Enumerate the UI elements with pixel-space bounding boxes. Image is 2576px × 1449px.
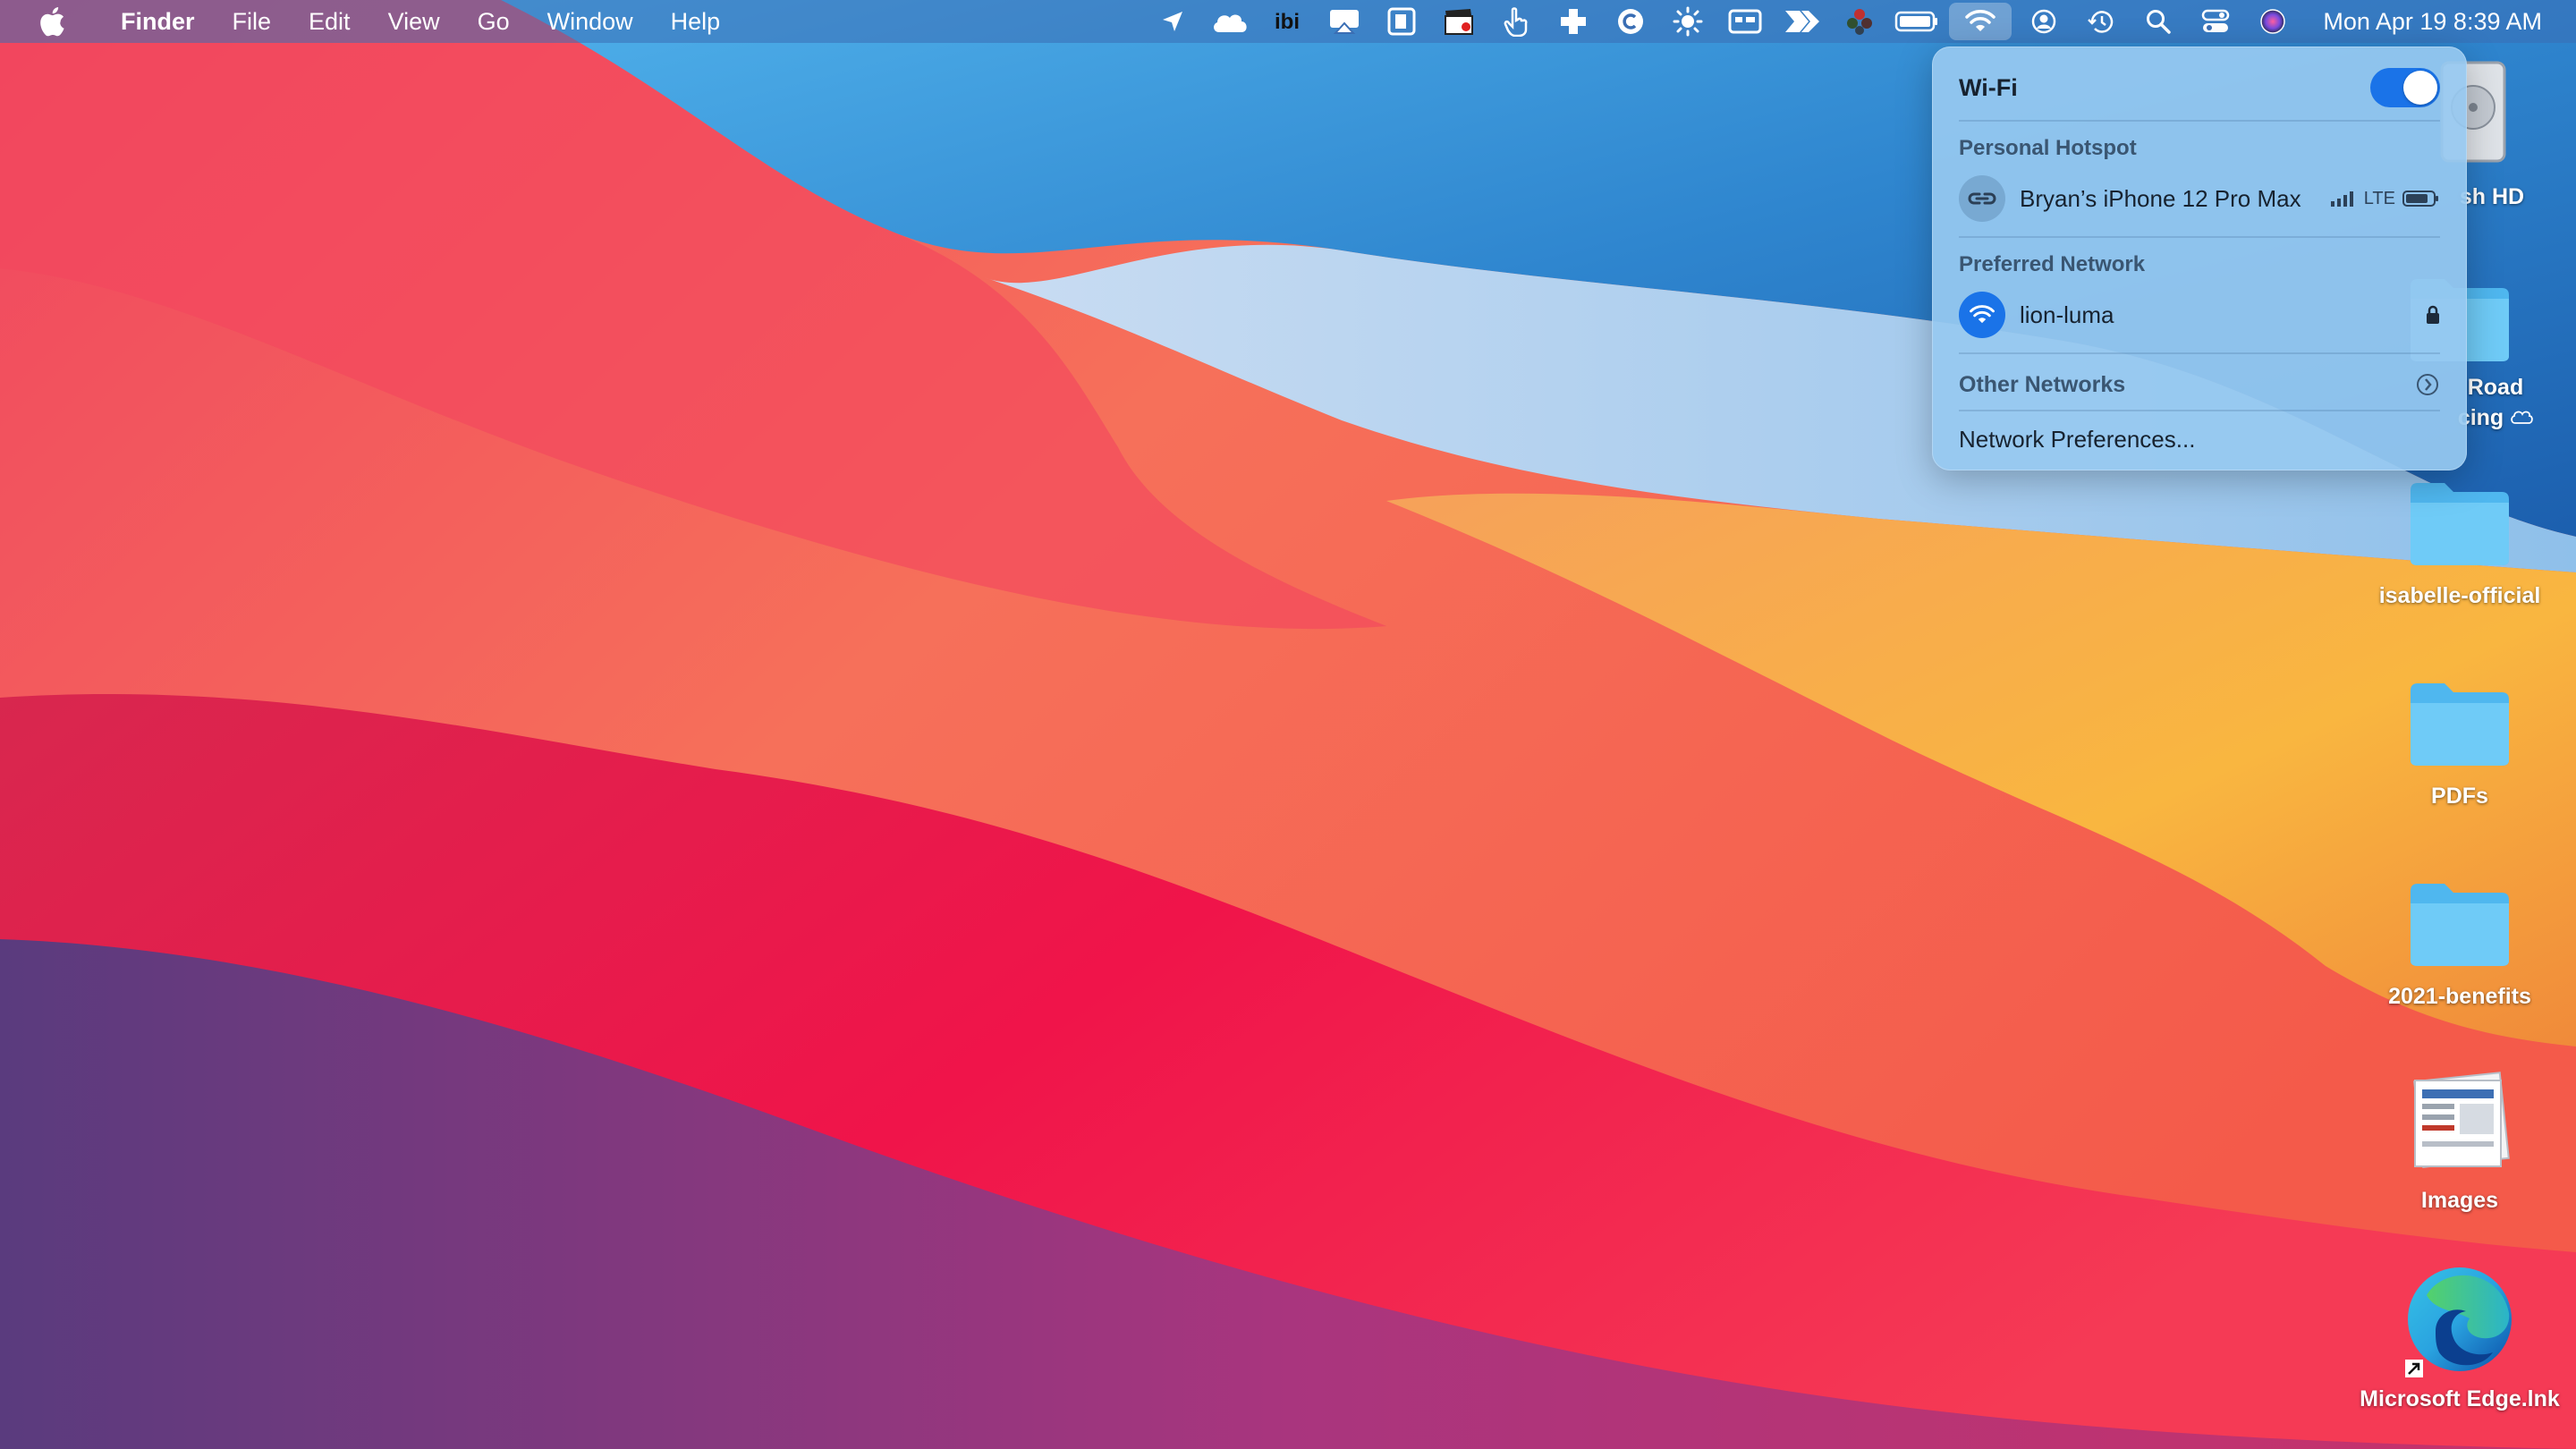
desktop-item-label: isabelle-official [2379,583,2541,609]
plus-cross-icon[interactable] [1548,0,1598,43]
svg-text:ibi: ibi [1275,10,1300,34]
other-networks-label: Other Networks [1959,372,2125,398]
user-account-icon[interactable] [2019,0,2069,43]
desktop-screen: Finder File Edit View Go Window Help ibi [0,0,2576,1449]
battery-icon[interactable] [1892,0,1942,43]
touch-bar-icon[interactable] [1720,0,1770,43]
menu-finder[interactable]: Finder [102,0,214,43]
desktop-item-label: Road cing [2458,372,2533,433]
folder-icon [2402,873,2518,971]
notes-widget-icon[interactable] [1377,0,1427,43]
menu-window[interactable]: Window [529,0,652,43]
siri-icon[interactable] [2248,0,2298,43]
hotspot-link-icon [1959,175,2005,222]
edge-icon [2400,1259,2520,1379]
menu-help[interactable]: Help [652,0,740,43]
desktop-item-edge-shortcut[interactable]: Microsoft Edge.lnk [2352,1259,2567,1412]
hotspot-section-label: Personal Hotspot [1959,136,2137,161]
lte-label: LTE [2364,189,2395,209]
wifi-network-icon [1959,292,2005,338]
menu-bar: Finder File Edit View Go Window Help ibi [0,0,2576,43]
wifi-toggle[interactable] [2370,68,2440,107]
grammarly-c-icon[interactable] [1606,0,1656,43]
touch-gesture-icon[interactable] [1491,0,1541,43]
apple-menu-icon[interactable] [34,0,70,43]
wifi-menu-title: Wi-Fi [1959,74,2018,102]
chevron-right-circle-icon [2415,372,2440,397]
hotspot-network-row[interactable]: Bryan’s iPhone 12 Pro Max LTE [1959,174,2440,224]
network-security [2426,304,2440,326]
hotspot-battery-icon [2402,190,2440,208]
divider [1959,352,2440,354]
screen-mirroring-icon[interactable] [1319,0,1369,43]
preferred-network-row[interactable]: lion-luma [1959,290,2440,340]
menu-file[interactable]: File [214,0,291,43]
desktop-item-label: Images [2421,1188,2498,1214]
preferred-section-label: Preferred Network [1959,252,2145,277]
menu-go[interactable]: Go [459,0,529,43]
desktop-item-folder-2021-benefits[interactable]: 2021-benefits [2352,873,2567,1010]
divider [1959,120,2440,122]
wifi-dropdown-menu: Wi-Fi Personal Hotspot Bryan’s iPhone 12… [1932,47,2467,470]
forward-arrows-icon[interactable] [1777,0,1827,43]
desktop-item-label-line1: Road [2468,375,2524,400]
control-center-icon[interactable] [2190,0,2241,43]
desktop-item-folder-pdfs[interactable]: PDFs [2352,673,2567,809]
hotspot-status: LTE [2330,189,2440,209]
lock-icon [2426,304,2440,326]
preferred-network-name: lion-luma [2020,301,2114,329]
desktop-item-label: Microsoft Edge.lnk [2360,1386,2560,1412]
menu-edit[interactable]: Edit [290,0,369,43]
desktop-item-label: 2021-benefits [2388,984,2531,1010]
cloud-icon[interactable] [1205,0,1255,43]
menu-view[interactable]: View [369,0,459,43]
wifi-menu-header: Wi-Fi [1959,68,2440,107]
hotspot-network-name: Bryan’s iPhone 12 Pro Max [2020,185,2301,213]
desktop-item-images[interactable]: Images [2352,1064,2567,1214]
divider [1959,410,2440,411]
spotlight-search-icon[interactable] [2133,0,2183,43]
icloud-download-icon [2510,409,2533,425]
other-networks-item[interactable]: Other Networks [1959,361,2440,408]
clapperboard-icon[interactable] [1434,0,1484,43]
folder-icon [2402,472,2518,571]
ibi-icon[interactable]: ibi [1262,0,1312,43]
toggle-knob [2403,71,2437,105]
folder-icon [2402,673,2518,771]
menu-clock[interactable]: Mon Apr 19 8:39 AM [2301,8,2576,36]
divider [1959,236,2440,238]
puzzle-flower-icon[interactable] [1835,0,1885,43]
time-machine-icon[interactable] [2076,0,2126,43]
image-stack-icon [2406,1064,2513,1175]
desktop-item-label: sh HD [2460,184,2524,210]
location-arrow-icon[interactable] [1148,0,1198,43]
desktop-item-label: PDFs [2431,784,2488,809]
wifi-icon[interactable] [1949,3,2012,40]
cellular-signal-icon [2330,190,2357,208]
brightness-sun-icon[interactable] [1663,0,1713,43]
network-preferences-item[interactable]: Network Preferences... [1959,426,2195,453]
desktop-item-folder-isabelle[interactable]: isabelle-official [2352,472,2567,609]
